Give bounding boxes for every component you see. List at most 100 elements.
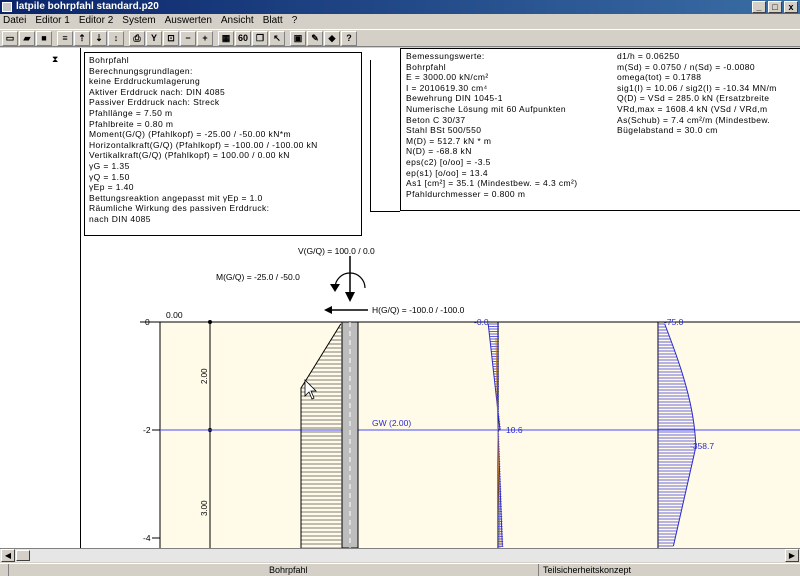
zoom-window-icon[interactable]: ⊡: [163, 31, 179, 46]
maximize-button[interactable]: □: [768, 1, 782, 13]
panel-line: As(Schub) = 7.4 cm²/m (Mindestbew.: [617, 114, 771, 125]
list-icon[interactable]: ≡: [57, 31, 73, 46]
panel-line: Pfahlbreite = 0.80 m: [89, 118, 174, 129]
soil-area: [160, 322, 800, 548]
panel-line: omega(tot) = 0.1788: [617, 72, 702, 83]
zoom-in-icon[interactable]: +: [197, 31, 213, 46]
panel-line: Numerische Lösung mit 60 Aufpunkten: [406, 103, 567, 114]
shear-top-label: -0.0: [474, 317, 489, 327]
panel-line: Bohrpfahl: [89, 55, 129, 65]
panel-line: Räumliche Wirkung des passiven Erddruck:: [89, 203, 270, 214]
paint-icon[interactable]: ✎: [307, 31, 323, 46]
close-button[interactable]: x: [784, 1, 798, 13]
panel-line: d1/h = 0.06250: [617, 51, 680, 61]
top-level-label: 0.00: [166, 310, 183, 320]
panel-line: m(Sd) = 0.0750 / n(Sd) = -0.0080: [617, 61, 756, 72]
toolbar: ▭ ▰ ■ ≡ ⇡ ⇣ ↕ ⎙ Y ⊡ − + ▦ 60 ❐ ↖ ▣ ✎ ◆?: [0, 29, 800, 47]
filter-icon[interactable]: Y: [146, 31, 162, 46]
panel-line: γQ = 1.50: [89, 171, 130, 182]
panel-line: Bemessungswerte:: [406, 51, 485, 61]
new-file-icon[interactable]: ▭: [2, 31, 18, 46]
vertical-load-arrowhead: [345, 292, 355, 302]
depth-label: -4: [143, 533, 151, 543]
panel-line: Beton C 30/37: [406, 114, 466, 125]
layer-thickness-label: 3.00: [200, 500, 209, 516]
status-pane-concept: Teilsicherheitskonzept: [538, 564, 800, 576]
panel-line: As1 [cm²] = 35.1 (Mindestbew. = 4.3 cm²): [406, 178, 578, 189]
open-folder-icon[interactable]: ▰: [19, 31, 35, 46]
panel-line: Vertikalkraft(G/Q) (Pfahlkopf) = 100.00 …: [89, 150, 290, 161]
pile-diagram[interactable]: V(G/Q) = 100.0 / 0.0 M(G/Q) = -25.0 / -5…: [0, 238, 800, 548]
move-down-icon[interactable]: ⇣: [91, 31, 107, 46]
results-column-left: Bemessungswerte: Bohrpfahl E = 3000.00 k…: [406, 51, 577, 199]
printer-icon[interactable]: ⎙: [129, 31, 145, 46]
panel-line: Bohrpfahl: [406, 61, 446, 72]
horizontal-load-arrowhead: [324, 306, 332, 314]
units-icon[interactable]: 60: [235, 31, 251, 46]
menu-editor-1[interactable]: Editor 1: [35, 14, 69, 28]
panel-line: Bewehrung DIN 1045-1: [406, 93, 503, 104]
menu-auswerten[interactable]: Auswerten: [165, 14, 212, 28]
panel-line: Stahl BSt 500/550: [406, 125, 482, 136]
panel-line: γG = 1.35: [89, 160, 130, 171]
window-title: latpile bohrpfahl standard.p20: [16, 1, 159, 12]
panel-line: ep(s1) [o/oo] = 13.4: [406, 167, 488, 178]
save-disk-icon[interactable]: ■: [36, 31, 52, 46]
menu-bar: Datei Editor 1 Editor 2 System Auswerten…: [0, 14, 800, 28]
panel-line: E = 3000.00 kN/cm²: [406, 72, 489, 83]
pointer-icon[interactable]: ↖: [269, 31, 285, 46]
color-icon[interactable]: ◆: [324, 31, 340, 46]
scroll-thumb[interactable]: [16, 550, 30, 561]
vertical-load-label: V(G/Q) = 100.0 / 0.0: [298, 246, 375, 256]
table-icon[interactable]: ▦: [218, 31, 234, 46]
status-pane-empty: [0, 564, 8, 576]
panel-line: Bügelabstand = 30.0 cm: [617, 125, 718, 136]
copy-icon[interactable]: ❐: [252, 31, 268, 46]
menu-datei[interactable]: Datei: [3, 14, 26, 28]
zoom-out-icon[interactable]: −: [180, 31, 196, 46]
depth-label: 0: [145, 317, 150, 327]
panel-line: Pfahldurchmesser = 0.800 m: [406, 188, 526, 199]
panel-line: Moment(G/Q) (Pfahlkopf) = -25.00 / -50.0…: [89, 129, 291, 140]
window-controls: _ □ x: [752, 1, 798, 13]
menu-ansicht[interactable]: Ansicht: [221, 14, 254, 28]
status-bar: Bohrpfahl Teilsicherheitskonzept: [0, 563, 800, 576]
horizontal-scrollbar[interactable]: ◀ ▶: [0, 548, 800, 562]
drawing-area[interactable]: ⧗ Bohrpfahl Berechnungsgrundlagen: keine…: [0, 48, 800, 548]
moment-load-arrowhead: [330, 284, 340, 292]
moment-top-label: -75.0: [664, 317, 684, 327]
minimize-button[interactable]: _: [752, 1, 766, 13]
panel-line: Q(D) = VSd = 285.0 kN (Ersatzbreite: [617, 93, 770, 104]
design-results-panel: Bemessungswerte: Bohrpfahl E = 3000.00 k…: [400, 48, 800, 211]
status-pane-object: Bohrpfahl: [8, 564, 538, 576]
input-summary-panel: Bohrpfahl Berechnungsgrundlagen: keine E…: [84, 52, 362, 236]
moment-mid-label: -358.7: [690, 441, 714, 451]
panel-line: eps(c2) [o/oo] = -3.5: [406, 156, 491, 167]
moment-load-label: M(G/Q) = -25.0 / -50.0: [216, 272, 300, 282]
depth-label: -2: [143, 425, 151, 435]
window-icon[interactable]: ▣: [290, 31, 306, 46]
panel-line: sig1(I) = 10.06 / sig2(I) = -10.34 MN/m: [617, 82, 777, 93]
scroll-left-icon[interactable]: ◀: [1, 549, 15, 562]
panel-line: Passiver Erddruck nach: Streck: [89, 97, 220, 108]
layer-marker: [208, 320, 212, 324]
groundwater-label: GW (2.00): [372, 418, 411, 428]
menu-editor-2[interactable]: Editor 2: [79, 14, 113, 28]
menu-help[interactable]: ?: [292, 14, 298, 28]
resize-icon[interactable]: ↕: [108, 31, 124, 46]
help-icon[interactable]: ?: [341, 31, 357, 46]
panel-line: I = 2010619.30 cm⁴: [406, 82, 488, 93]
menu-system[interactable]: System: [122, 14, 155, 28]
panel-line: Horizontalkraft(G/Q) (Pfahlkopf) = -100.…: [89, 139, 318, 150]
hourglass-cursor-icon: ⧗: [52, 54, 59, 64]
connector-line: [370, 211, 400, 212]
shear-mid-label: 10.6: [506, 425, 523, 435]
title-bar: latpile bohrpfahl standard.p20 _ □ x: [0, 0, 800, 14]
panel-line: N(D) = -68.8 kN: [406, 146, 472, 157]
move-up-icon[interactable]: ⇡: [74, 31, 90, 46]
panel-line: keine Erddruckumlagerung: [89, 76, 201, 87]
panel-line: Pfahllänge = 7.50 m: [89, 107, 173, 118]
panel-line: Bettungsreaktion angepasst mit γEp = 1.0: [89, 192, 263, 203]
scroll-right-icon[interactable]: ▶: [785, 549, 799, 562]
menu-blatt[interactable]: Blatt: [263, 14, 283, 28]
